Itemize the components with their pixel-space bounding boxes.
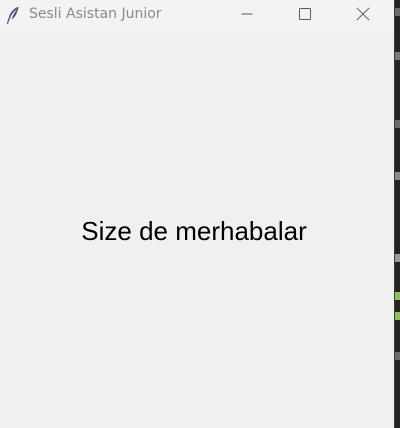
minimize-icon [241, 8, 253, 20]
background-text-fragment [394, 172, 400, 180]
background-text-fragment [394, 8, 400, 16]
feather-icon [6, 6, 20, 24]
background-editor-strip [394, 0, 400, 428]
close-icon [356, 7, 370, 21]
background-text-fragment [394, 52, 400, 60]
app-window: Sesli Asistan Junior Size de merhabalar [0, 0, 394, 428]
background-text-fragment [394, 312, 400, 320]
greeting-label: Size de merhabalar [81, 216, 307, 246]
background-text-fragment [394, 254, 400, 262]
window-content: Size de merhabalar [0, 30, 394, 428]
minimize-button[interactable] [218, 0, 276, 28]
maximize-icon [299, 8, 311, 20]
window-title: Sesli Asistan Junior [29, 6, 162, 22]
close-button[interactable] [334, 0, 392, 28]
background-text-fragment [394, 352, 400, 360]
background-text-fragment [394, 292, 400, 300]
background-text-fragment [394, 120, 400, 128]
title-bar[interactable]: Sesli Asistan Junior [0, 0, 394, 30]
maximize-button[interactable] [276, 0, 334, 28]
